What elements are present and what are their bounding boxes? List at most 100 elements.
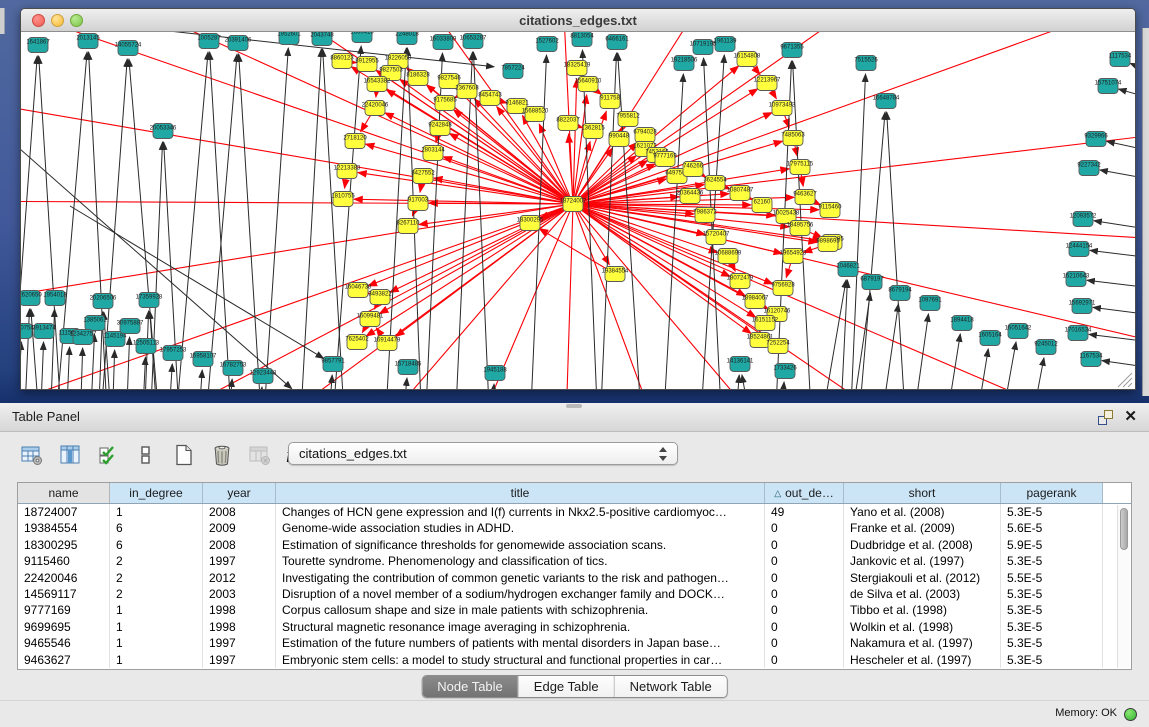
table-cell[interactable]: 0 [765, 619, 844, 635]
graph-node[interactable]: 8912955 [355, 57, 379, 72]
graph-node[interactable]: 7515526 [854, 56, 878, 71]
table-cell[interactable]: 5.3E-5 [1001, 652, 1103, 668]
tab-network-table[interactable]: Network Table [614, 676, 727, 697]
graph-node[interactable]: 9777169 [653, 152, 677, 167]
graph-node[interactable]: 1527602 [535, 37, 559, 52]
table-row[interactable]: 946362711997Embryonic stem cells: a mode… [18, 652, 1131, 668]
table-select-dropdown[interactable]: citations_edges.txt [288, 442, 678, 465]
column-header-year[interactable]: year [203, 483, 276, 503]
graph-node[interactable]: 10653287 [460, 34, 487, 49]
graph-node[interactable]: 2620650 [21, 291, 42, 306]
graph-node[interactable]: 7485063 [781, 131, 805, 146]
graph-node[interactable]: 16914479 [374, 336, 401, 351]
graph-node[interactable]: 9857791 [321, 357, 345, 372]
table-cell[interactable]: 19384554 [18, 520, 110, 536]
graph-node[interactable]: 6466161 [605, 35, 629, 50]
table-cell[interactable]: 5.3E-5 [1001, 504, 1103, 520]
graph-node[interactable]: 12342757 [70, 330, 97, 345]
table-cell[interactable]: 6 [110, 520, 203, 536]
table-cell[interactable]: Embryonic stem cells: a model to study s… [276, 652, 765, 668]
graph-node[interactable]: 14055724 [115, 41, 142, 56]
column-header-title[interactable]: title [276, 483, 765, 503]
graph-node[interactable]: 15688520 [522, 107, 549, 122]
table-row[interactable]: 946554611997Estimation of the future num… [18, 635, 1131, 651]
table-cell[interactable]: 2 [110, 586, 203, 602]
graph-node[interactable]: 8822037 [556, 116, 580, 131]
graph-node[interactable]: 1660416 [350, 32, 374, 43]
graph-node[interactable]: 8186328 [406, 71, 430, 86]
table-cell[interactable]: 1998 [203, 619, 276, 635]
table-cell[interactable]: 5.3E-5 [1001, 602, 1103, 618]
graph-node[interactable]: 8860123 [330, 54, 354, 69]
graph-node[interactable]: 8267110 [397, 219, 421, 234]
row-height-icon[interactable] [134, 443, 158, 467]
table-cell[interactable]: Nakamura et al. (1997) [844, 635, 1001, 651]
table-cell[interactable]: 5.3E-5 [1001, 553, 1103, 569]
network-window-titlebar[interactable]: citations_edges.txt [21, 9, 1135, 32]
tab-edge-table[interactable]: Edge Table [518, 676, 614, 697]
table-cell[interactable]: 0 [765, 520, 844, 536]
graph-node[interactable]: 1945188 [483, 366, 507, 381]
graph-node[interactable]: 1046821 [836, 262, 860, 277]
graph-node[interactable]: 15640910 [575, 77, 602, 92]
graph-node[interactable]: 8813054 [570, 32, 594, 47]
table-cell[interactable]: Estimation of the future numbers of pati… [276, 635, 765, 651]
table-cell[interactable]: 5.5E-5 [1001, 570, 1103, 586]
table-cell[interactable]: 2012 [203, 570, 276, 586]
show-columns-icon[interactable] [58, 443, 82, 467]
graph-node[interactable]: 15720407 [703, 230, 730, 245]
table-cell[interactable]: 49 [765, 504, 844, 520]
graph-node[interactable]: 9227342 [1077, 161, 1101, 176]
table-cell[interactable]: 0 [765, 553, 844, 569]
table-cell[interactable]: Estimation of significance thresholds fo… [276, 537, 765, 553]
memory-status-icon[interactable] [1124, 708, 1137, 721]
table-cell[interactable]: Tibbo et al. (1998) [844, 602, 1001, 618]
table-cell[interactable]: Wolkin et al. (1998) [844, 619, 1001, 635]
table-cell[interactable]: Corpus callosum shape and size in male p… [276, 602, 765, 618]
table-cell[interactable]: 2009 [203, 520, 276, 536]
table-row[interactable]: 1456911722003Disruption of a novel membe… [18, 586, 1131, 602]
scrollbar-thumb[interactable] [1120, 508, 1128, 550]
table-cell[interactable]: 1997 [203, 652, 276, 668]
table-row[interactable]: 1830029562008Estimation of significance … [18, 537, 1131, 553]
graph-node[interactable]: 2803144 [421, 146, 445, 161]
table-cell[interactable]: Franke et al. (2009) [844, 520, 1001, 536]
network-canvas[interactable]: 1641867201314514055724100528720391406195… [21, 32, 1135, 389]
table-cell[interactable]: Yano et al. (2008) [844, 504, 1001, 520]
graph-node[interactable]: 9115460 [819, 203, 843, 218]
graph-node[interactable]: 6879197 [860, 275, 884, 290]
graph-node[interactable]: 20053346 [150, 124, 177, 139]
graph-node[interactable]: 18300295 [517, 216, 544, 231]
graph-node[interactable]: 8454743 [478, 91, 502, 106]
table-cell[interactable]: 2 [110, 553, 203, 569]
graph-node[interactable]: 1894418 [950, 316, 974, 331]
graph-node[interactable]: 10973493 [769, 101, 796, 116]
table-cell[interactable]: 18300295 [18, 537, 110, 553]
minimize-traffic-light[interactable] [51, 14, 64, 27]
graph-node[interactable]: 12444154 [1066, 242, 1093, 257]
float-panel-icon[interactable] [1098, 410, 1113, 425]
graph-node[interactable]: 1005287 [197, 34, 221, 49]
graph-node[interactable]: 16033809 [430, 35, 457, 50]
graph-node[interactable]: 20206506 [90, 294, 117, 309]
table-cell[interactable]: 1 [110, 619, 203, 635]
table-cell[interactable]: Tourette syndrome. Phenomenology and cla… [276, 553, 765, 569]
graph-node[interactable]: 19654923 [780, 249, 807, 264]
graph-node[interactable]: 9463627 [793, 190, 817, 205]
column-header-in_degree[interactable]: in_degree [110, 483, 203, 503]
table-cell[interactable]: de Silva et al. (2003) [844, 586, 1001, 602]
graph-node[interactable]: 911758 [600, 94, 620, 109]
table-row[interactable]: 1872400712008Changes of HCN gene express… [18, 504, 1131, 520]
graph-node[interactable]: 16958107 [190, 352, 217, 367]
table-cell[interactable]: 5.3E-5 [1001, 619, 1103, 635]
graph-node[interactable]: 1952601 [277, 32, 301, 45]
table-cell[interactable]: 0 [765, 586, 844, 602]
graph-node[interactable]: 9898695 [816, 237, 840, 252]
table-cell[interactable]: Jankovic et al. (1997) [844, 553, 1001, 569]
graph-node[interactable]: 7955812 [616, 112, 640, 127]
table-cell[interactable]: 22420046 [18, 570, 110, 586]
table-cell[interactable]: 2 [110, 570, 203, 586]
delete-trash-icon[interactable] [210, 443, 234, 467]
graph-node[interactable]: 1362815 [581, 124, 605, 139]
graph-node[interactable]: 6794028 [633, 128, 657, 143]
